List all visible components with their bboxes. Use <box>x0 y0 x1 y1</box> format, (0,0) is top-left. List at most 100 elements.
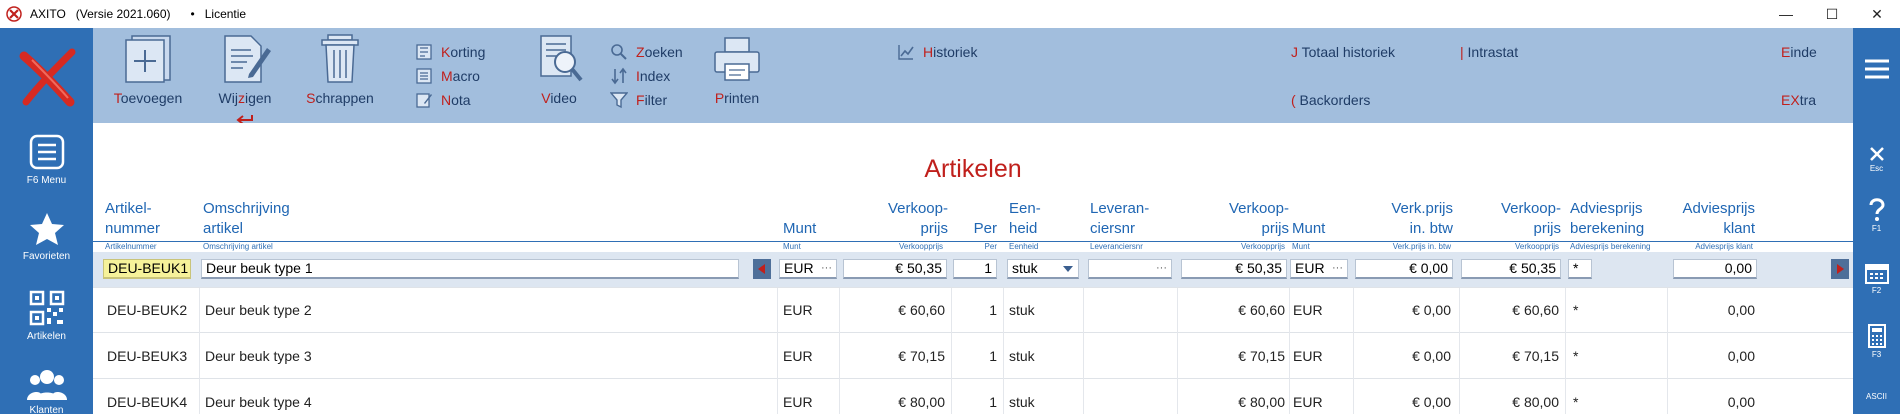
scroll-right-button[interactable] <box>1831 259 1849 279</box>
calculator-button[interactable]: F3 <box>1853 324 1900 359</box>
col-header-verkoopprijs2[interactable]: Verkoop-prijs <box>1213 199 1289 239</box>
search-button[interactable]: Zoeken <box>610 42 683 62</box>
omschrijving-input[interactable]: Deur beuk type 1 <box>201 259 739 279</box>
history-button[interactable]: Historiek <box>897 42 977 62</box>
col-header-munt2[interactable]: Munt <box>1292 199 1342 239</box>
sidebar-item-klanten[interactable]: Klanten <box>0 368 93 414</box>
end-button[interactable]: Einde <box>1781 42 1817 62</box>
app-title: AXITO <box>30 7 66 21</box>
cell-omschrijving: Deur beuk type 2 <box>205 302 312 318</box>
total-history-button[interactable]: J Totaal historiek <box>1291 42 1395 62</box>
table-row[interactable]: DEU-BEUK3 Deur beuk type 3 EUR € 70,15 1 stuk… <box>93 334 1853 379</box>
cell-verkoopprijs3: € 60,60 <box>1512 302 1559 318</box>
col-header-verkoopprijs3-line1: Verkoop- <box>1500 200 1561 217</box>
note-button[interactable]: Nota <box>415 90 471 110</box>
history-label: istoriek <box>933 44 978 60</box>
col-header-adviesprijs-berekening[interactable]: Adviesprijs berekening <box>1570 199 1670 239</box>
verkprijs-btw-input[interactable]: € 0,00 <box>1355 259 1453 279</box>
column-separator <box>1003 288 1004 414</box>
per-input[interactable]: 1 <box>953 259 997 279</box>
video-button[interactable]: Video <box>535 34 583 106</box>
column-separator <box>777 288 778 414</box>
license-link[interactable]: Licentie <box>205 7 246 21</box>
sidebar-item-favorieten[interactable]: Favorieten <box>0 212 93 262</box>
leveranciersnr-lookup-icon[interactable]: ··· <box>1156 260 1167 277</box>
esc-button[interactable]: Esc <box>1853 146 1900 173</box>
col-header-verkoopprijs3[interactable]: Verkoop-prijs <box>1483 199 1561 239</box>
extra-button[interactable]: EX tra <box>1781 90 1816 110</box>
discount-button[interactable]: Korting <box>415 42 485 62</box>
backorders-button[interactable]: ( Backorders <box>1291 90 1370 110</box>
sidebar-item-artikelen[interactable]: Artikelen <box>0 290 93 342</box>
close-window-button[interactable]: ✕ <box>1854 0 1900 28</box>
ascii-button[interactable]: ASCII <box>1853 392 1900 401</box>
col-header-adviesprijs-klant-line1: Adviesprijs <box>1682 200 1755 217</box>
artikelnummer-input[interactable]: DEU-BEUK1 <box>103 259 191 279</box>
table-row[interactable]: DEU-BEUK4 Deur beuk type 4 EUR € 80,00 1 stuk… <box>93 380 1853 414</box>
munt2-lookup-icon[interactable]: ··· <box>1332 260 1343 277</box>
video-label: ideo <box>550 90 577 106</box>
edit-button[interactable]: Wijzigen <box>211 34 279 125</box>
verkoopprijs-input[interactable]: € 50,35 <box>843 259 947 279</box>
filter-icon <box>610 92 628 109</box>
cell-artikelnummer: DEU-BEUK2 <box>107 302 188 318</box>
left-sidebar: F6 Menu Favorieten Artikelen Klanten <box>0 28 93 414</box>
col-header-leveranciersnr[interactable]: Leveran-ciersnr <box>1090 199 1170 239</box>
col-header-verkprijs-btw-line2: in. btw <box>1409 220 1453 237</box>
macro-button[interactable]: Macro <box>415 66 480 86</box>
col-header-verkprijs-btw[interactable]: Verk.prijs in. btw <box>1373 199 1453 239</box>
adviesprijs-klant-input[interactable]: 0,00 <box>1673 259 1757 279</box>
leveranciersnr-input[interactable]: ··· <box>1088 259 1172 279</box>
munt-input[interactable]: EUR ··· <box>779 259 837 279</box>
munt2-input[interactable]: EUR ··· <box>1290 259 1348 279</box>
col-header-leveranciersnr-line2: ciersnr <box>1090 220 1136 237</box>
verkoopprijs3-input[interactable]: € 50,35 <box>1461 259 1561 279</box>
delete-button[interactable]: Schrappen <box>299 34 381 106</box>
search-label: oeken <box>644 44 683 60</box>
cell-verkprijs-btw: € 0,00 <box>1412 348 1451 364</box>
index-button[interactable]: Index <box>610 66 670 86</box>
scroll-left-button[interactable] <box>753 259 771 279</box>
add-button[interactable]: Toevoegen <box>107 34 189 106</box>
col-header-munt2-line1 <box>1292 199 1342 219</box>
sidebar-item-menu[interactable]: F6 Menu <box>0 134 93 186</box>
col-header-per[interactable]: Per <box>953 199 997 239</box>
cell-adviesprijs-ber: * <box>1573 302 1579 318</box>
calendar-icon <box>1864 264 1889 284</box>
munt-lookup-icon[interactable]: ··· <box>821 260 832 277</box>
col-header-eenheid-line2: heid <box>1009 220 1038 237</box>
hamburger-menu-button[interactable] <box>1853 58 1900 82</box>
axito-logo[interactable] <box>0 42 93 115</box>
col-header-adviesprijs-klant[interactable]: Adviesprijs klant <box>1669 199 1755 239</box>
video-hotkey: V <box>541 90 551 106</box>
search-icon <box>611 44 627 60</box>
column-separator <box>951 288 952 414</box>
calendar-button[interactable]: F2 <box>1853 262 1900 295</box>
cell-omschrijving: Deur beuk type 4 <box>205 394 312 410</box>
col-header-omschrijving[interactable]: Omschrijving artikel <box>203 199 343 239</box>
sidebar-item-artikelen-label: Artikelen <box>27 331 66 342</box>
col-header-omschrijving-line1: Omschrijving <box>203 200 290 217</box>
col-header-verkoopprijs[interactable]: Verkoop-prijs <box>873 199 948 239</box>
table-row[interactable]: DEU-BEUK2 Deur beuk type 2 EUR € 60,60 1 stuk… <box>93 288 1853 333</box>
help-icon <box>1869 198 1885 221</box>
index-label: ndex <box>639 68 671 84</box>
verkoopprijs2-input[interactable]: € 50,35 <box>1181 259 1287 279</box>
col-header-eenheid[interactable]: Een-heid <box>1009 199 1069 239</box>
minimize-button[interactable]: — <box>1763 0 1809 28</box>
cell-munt2: EUR <box>1293 348 1323 364</box>
maximize-button[interactable]: ☐ <box>1809 0 1855 28</box>
adviesprijs-berekening-input[interactable]: * <box>1568 259 1592 279</box>
column-separator <box>1667 288 1668 414</box>
filter-button[interactable]: Filter <box>610 90 667 110</box>
print-button[interactable]: Printen <box>709 34 765 106</box>
add-label: oevoegen <box>120 90 183 106</box>
col-header-artikelnummer[interactable]: Artikel-nummer <box>105 199 185 239</box>
cell-verkoopprijs: € 80,00 <box>898 394 945 410</box>
intrastat-button[interactable]: | Intrastat <box>1460 42 1518 62</box>
col-header-verkoopprijs-line1: Verkoop- <box>887 200 948 217</box>
cell-adviesprijs-klant: 0,00 <box>1727 394 1755 410</box>
help-button[interactable]: F1 <box>1853 198 1900 233</box>
col-header-munt[interactable]: Munt <box>783 199 833 239</box>
eenheid-select[interactable]: stuk <box>1007 259 1079 279</box>
